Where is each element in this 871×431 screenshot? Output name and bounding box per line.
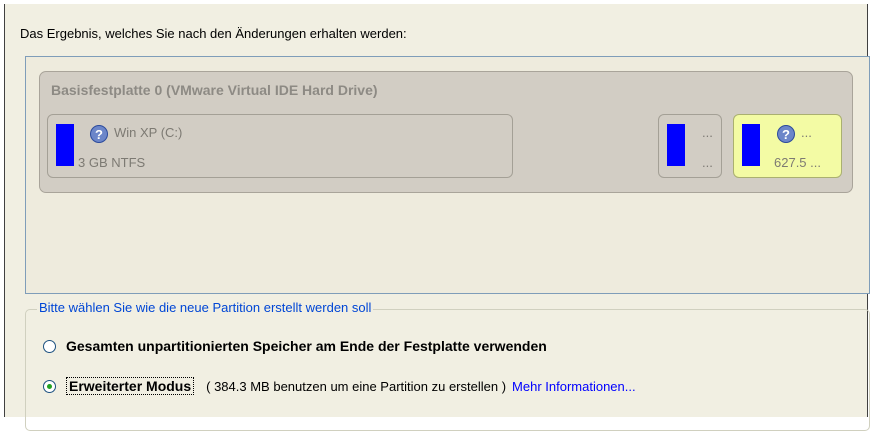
partition-name: Win XP (C:) xyxy=(114,125,183,140)
question-icon: ? xyxy=(90,125,108,143)
disk-title: Basisfestplatte 0 (VMware Virtual IDE Ha… xyxy=(51,82,378,98)
option-label: Erweiterter Modus xyxy=(66,377,195,395)
option-use-all-space[interactable]: Gesamten unpartitionierten Speicher am E… xyxy=(43,338,547,354)
option-hint: ( 384.3 MB benutzen um eine Partition zu… xyxy=(206,378,507,394)
partition-info: ... xyxy=(702,155,713,170)
dialog-panel: Das Ergebnis, welches Sie nach den Änder… xyxy=(4,4,870,431)
partition-info: 627.5 ... xyxy=(774,155,821,170)
partition-color-bar xyxy=(56,124,74,166)
partition-color-bar xyxy=(667,124,685,166)
radio-use-all-space[interactable] xyxy=(43,339,56,353)
group-legend: Bitte wählen Sie wie die neue Partition … xyxy=(37,300,374,315)
disk-0[interactable]: Basisfestplatte 0 (VMware Virtual IDE Ha… xyxy=(39,71,853,193)
partition-info: 3 GB NTFS xyxy=(78,155,146,170)
partition-new[interactable]: ? ... 627.5 ... xyxy=(733,114,842,178)
option-label: Gesamten unpartitionierten Speicher am E… xyxy=(66,338,547,354)
partition-color-bar xyxy=(742,124,760,166)
partition-name: ... xyxy=(801,125,812,140)
partition-2[interactable]: ... ... xyxy=(658,114,722,178)
more-info-link[interactable]: Mehr Informationen... xyxy=(512,379,636,394)
partition-preview-box: Basisfestplatte 0 (VMware Virtual IDE Ha… xyxy=(25,56,870,294)
partition-name: ... xyxy=(702,125,713,140)
partition-win-xp[interactable]: ? Win XP (C:) 3 GB NTFS xyxy=(47,114,513,178)
option-advanced-mode[interactable]: Erweiterter Modus ( 384.3 MB benutzen um… xyxy=(43,377,636,395)
question-icon: ? xyxy=(777,125,795,143)
radio-advanced-mode[interactable] xyxy=(43,379,56,393)
creation-mode-group: Bitte wählen Sie wie die neue Partition … xyxy=(25,300,870,431)
result-label: Das Ergebnis, welches Sie nach den Änder… xyxy=(20,26,407,41)
